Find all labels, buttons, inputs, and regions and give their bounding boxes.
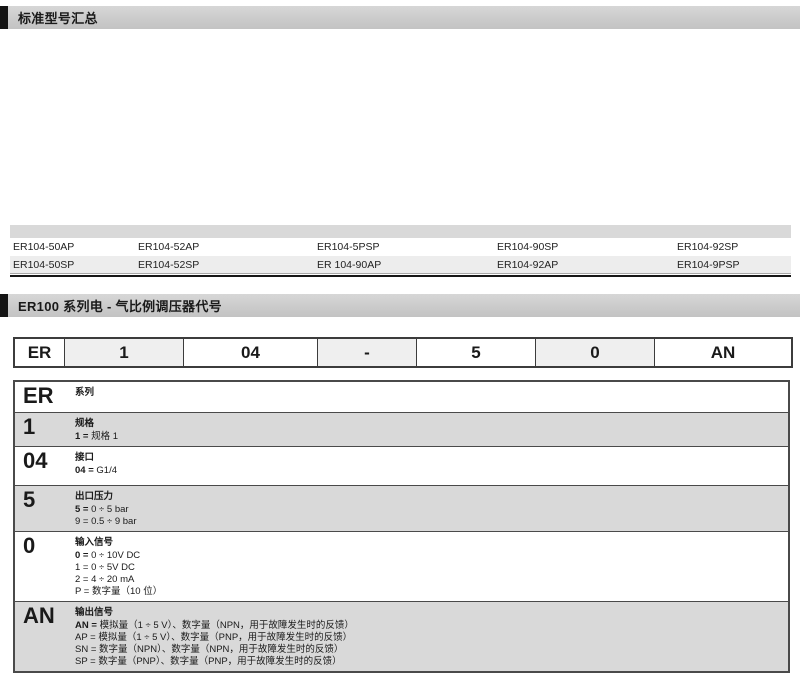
breakdown-row-port: 04 接口 04 = G1/4 [15,447,788,486]
breakdown-row-size: 1 规格 1 = 规格 1 [15,413,788,447]
breakdown-row-output-signal: AN 输出信号 AN = 模拟量（1 ÷ 5 V）、数字量（NPN，用于故障发生… [15,602,788,671]
breakdown-title: 出口压力 [75,491,788,503]
code-cell: 0 [536,339,655,366]
model-cell: ER104-50AP [13,241,138,253]
breakdown-line: AP = 模拟量（1 ÷ 5 V）、数字量（PNP，用于故障发生时的反馈） [75,632,788,644]
section-title: 标准型号汇总 [18,8,98,27]
model-cell: ER104-92AP [497,259,677,271]
model-table-row: ER104-50AP ER104-52AP ER104-5PSP ER104-9… [10,238,791,256]
model-cell: ER104-92SP [677,241,791,253]
breakdown-title: 输出信号 [75,607,788,619]
breakdown-code: 0 [15,532,73,601]
model-table-header-strip [10,225,791,238]
breakdown-title: 系列 [75,387,788,399]
code-cell: 1 [65,339,184,366]
breakdown-title: 输入信号 [75,537,788,549]
model-cell: ER104-52SP [138,259,317,271]
model-cell: ER 104-90AP [317,259,497,271]
catalog-page: { "headers": { "standard_models": "标准型号汇… [0,0,800,669]
section-header-order-code: ER100 系列电 - 气比例调压器代号 [0,294,800,317]
breakdown-code: 1 [15,413,73,446]
breakdown-line: P = 数字量（10 位） [75,586,788,598]
breakdown-line: SN = 数字量（NPN）、数字量（NPN，用于故障发生时的反馈） [75,644,788,656]
breakdown-line: SP = 数字量（PNP）、数字量（PNP，用于故障发生时的反馈） [75,656,788,668]
breakdown-row-input-signal: 0 输入信号 0 = 0 ÷ 10V DC 1 = 0 ÷ 5V DC 2 = … [15,532,788,602]
breakdown-row-outlet-pressure: 5 出口压力 5 = 0 ÷ 5 bar 9 = 0.5 ÷ 9 bar [15,486,788,532]
section-header-standard-models: 标准型号汇总 [0,6,800,29]
code-cell: ER [15,339,65,366]
breakdown-row-series: ER 系列 [15,382,788,413]
breakdown-line: 0 = 0 ÷ 10V DC [75,550,788,562]
breakdown-code: 04 [15,447,73,485]
order-code-strip: ER 1 04 - 5 0 AN [13,337,793,368]
section-title: ER100 系列电 - 气比例调压器代号 [18,296,222,315]
code-cell: AN [655,339,791,366]
breakdown-code: ER [15,382,73,412]
breakdown-line: 1 = 0 ÷ 5V DC [75,562,788,574]
breakdown-line: 2 = 4 ÷ 20 mA [75,574,788,586]
breakdown-line: AN = 模拟量（1 ÷ 5 V）、数字量（NPN，用于故障发生时的反馈） [75,620,788,632]
breakdown-line: 04 = G1/4 [75,465,788,477]
code-cell: 04 [184,339,318,366]
breakdown-line: 9 = 0.5 ÷ 9 bar [75,516,788,528]
code-cell: 5 [417,339,536,366]
model-cell: ER104-52AP [138,241,317,253]
breakdown-title: 接口 [75,452,788,464]
model-cell: ER104-5PSP [317,241,497,253]
model-summary-table: ER104-50AP ER104-52AP ER104-5PSP ER104-9… [10,225,791,277]
breakdown-line: 5 = 0 ÷ 5 bar [75,504,788,516]
breakdown-code: 5 [15,486,73,531]
model-cell: ER104-90SP [497,241,677,253]
breakdown-title: 规格 [75,418,788,430]
model-cell: ER104-50SP [13,259,138,271]
model-table-row: ER104-50SP ER104-52SP ER 104-90AP ER104-… [10,256,791,274]
code-breakdown-table: ER 系列 1 规格 1 = 规格 1 04 接口 04 = G1/4 5 出口… [13,380,790,673]
breakdown-code: AN [15,602,73,671]
code-cell: - [318,339,417,366]
header-accent-bar [0,6,8,29]
header-accent-bar [0,294,8,317]
breakdown-line: 1 = 规格 1 [75,431,788,443]
model-cell: ER104-9PSP [677,259,791,271]
